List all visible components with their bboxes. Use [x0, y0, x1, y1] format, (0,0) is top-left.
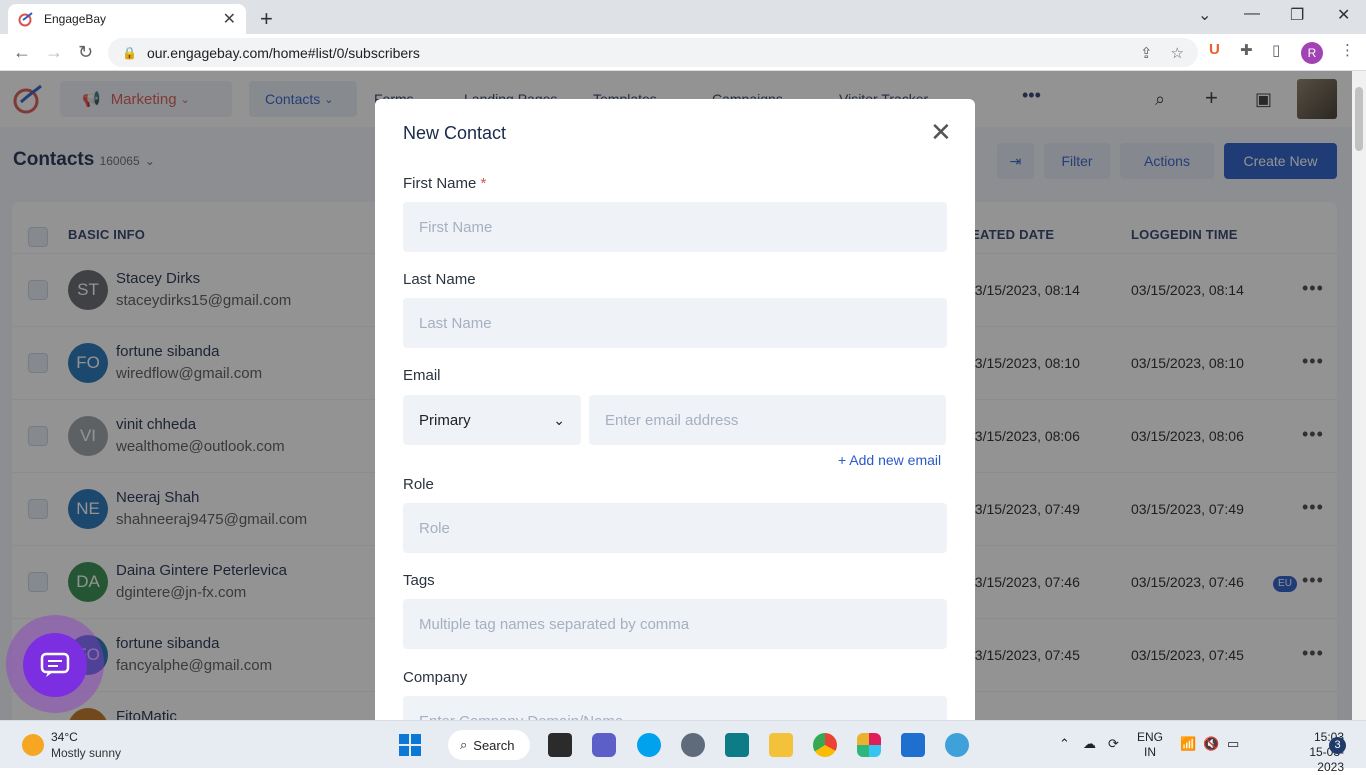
taskbar-search-label: Search — [473, 737, 515, 753]
scrollbar-thumb[interactable] — [1355, 87, 1363, 151]
forward-icon[interactable]: → — [45, 42, 63, 63]
chevron-down-icon: ⌄ — [553, 411, 565, 428]
teams-icon[interactable] — [592, 733, 616, 757]
url-text: our.engagebay.com/home#list/0/subscriber… — [146, 44, 420, 61]
email-type-select[interactable]: Primary ⌄ — [403, 395, 581, 445]
wifi-icon[interactable]: 📶 — [1180, 736, 1196, 752]
side-panel-icon[interactable]: ▯ — [1272, 41, 1280, 59]
close-icon[interactable]: ✕ — [930, 119, 952, 145]
weather-desc[interactable]: Mostly sunny — [51, 746, 121, 760]
bookmark-star-icon[interactable]: ☆ — [1171, 44, 1184, 62]
minimize-icon[interactable]: — — [1244, 5, 1260, 23]
first-name-label: First Name * — [403, 175, 486, 192]
extension-u-icon[interactable]: U — [1209, 41, 1220, 58]
browser-tab[interactable]: EngageBay ✕ — [8, 4, 246, 34]
new-tab-icon[interactable]: + — [260, 6, 273, 32]
tab-search-chevron-icon[interactable]: ⌄ — [1198, 5, 1211, 25]
search-icon: ⌕ — [460, 737, 468, 752]
company-label: Company — [403, 669, 468, 686]
maximize-icon[interactable]: ❐ — [1290, 5, 1304, 25]
weather-sun-icon[interactable] — [22, 734, 44, 756]
app-area: 📢 Marketing ⌄ Contacts ⌄ Forms Landing P… — [0, 71, 1352, 720]
lock-icon: 🔒 — [122, 45, 137, 60]
slack-icon[interactable] — [857, 733, 881, 757]
extensions-puzzle-icon[interactable]: ✚ — [1240, 41, 1253, 59]
weather-temp[interactable]: 34°C — [51, 730, 78, 744]
add-new-email-link[interactable]: + Add new email — [838, 452, 941, 468]
notification-badge[interactable]: 3 — [1329, 737, 1346, 754]
chevron-up-icon[interactable]: ⌃ — [1059, 736, 1070, 752]
first-name-input[interactable] — [403, 202, 947, 252]
first-name-label-text: First Name — [403, 175, 477, 192]
windows-taskbar: 34°C Mostly sunny ⌕ Search ⌃ ☁ ⟳ ENG IN … — [0, 720, 1366, 774]
email-input[interactable] — [589, 395, 946, 445]
email-type-value: Primary — [419, 411, 471, 429]
sync-icon[interactable]: ⟳ — [1108, 736, 1119, 752]
engagebay-favicon-icon — [18, 12, 33, 27]
onedrive-icon[interactable]: ☁ — [1083, 736, 1096, 752]
file-explorer-icon[interactable] — [769, 733, 793, 757]
tags-input[interactable] — [403, 599, 947, 649]
lang-code: ENG — [1137, 730, 1164, 744]
battery-icon[interactable]: ▭ — [1227, 736, 1239, 752]
app-icon[interactable] — [725, 733, 749, 757]
required-marker: * — [480, 175, 487, 192]
profile-avatar[interactable]: R — [1301, 42, 1323, 64]
email-label: Email — [403, 367, 441, 384]
maps-icon[interactable] — [945, 733, 969, 757]
language-indicator[interactable]: ENG IN — [1137, 730, 1163, 760]
skype-icon[interactable] — [637, 733, 661, 757]
back-icon[interactable]: ← — [13, 42, 31, 63]
taskbar-search[interactable]: ⌕ Search — [448, 730, 530, 760]
modal-title: New Contact — [403, 123, 507, 143]
browser-tab-strip: EngageBay ✕ + ⌄ — ❐ ✕ — [0, 0, 1366, 34]
share-icon[interactable]: ⇪ — [1140, 44, 1153, 62]
browser-menu-icon[interactable]: ⋮ — [1340, 41, 1355, 59]
windows-start-icon[interactable] — [398, 733, 422, 757]
address-bar[interactable]: 🔒 our.engagebay.com/home#list/0/subscrib… — [108, 38, 1198, 67]
tags-label: Tags — [403, 572, 435, 589]
chrome-icon[interactable] — [813, 733, 837, 757]
last-name-input[interactable] — [403, 298, 947, 348]
chat-widget-button[interactable] — [23, 633, 87, 697]
company-input[interactable] — [403, 696, 947, 720]
notepad-icon[interactable] — [901, 733, 925, 757]
role-input[interactable] — [403, 503, 947, 553]
chat-icon — [40, 652, 70, 677]
task-view-icon[interactable] — [548, 733, 572, 757]
tab-title: EngageBay — [44, 12, 107, 26]
role-label: Role — [403, 476, 434, 493]
settings-gear-icon[interactable] — [681, 733, 705, 757]
browser-toolbar: ← → ↻ 🔒 our.engagebay.com/home#list/0/su… — [0, 34, 1366, 71]
tab-close-icon[interactable]: ✕ — [223, 9, 236, 29]
new-contact-modal: New Contact ✕ First Name * Last Name Ema… — [375, 99, 975, 720]
page-scrollbar[interactable] — [1352, 71, 1366, 720]
volume-muted-icon[interactable]: 🔇 — [1203, 736, 1219, 752]
lang-region: IN — [1144, 745, 1156, 759]
reload-icon[interactable]: ↻ — [78, 42, 93, 63]
window-close-icon[interactable]: ✕ — [1337, 5, 1350, 25]
last-name-label: Last Name — [403, 271, 476, 288]
